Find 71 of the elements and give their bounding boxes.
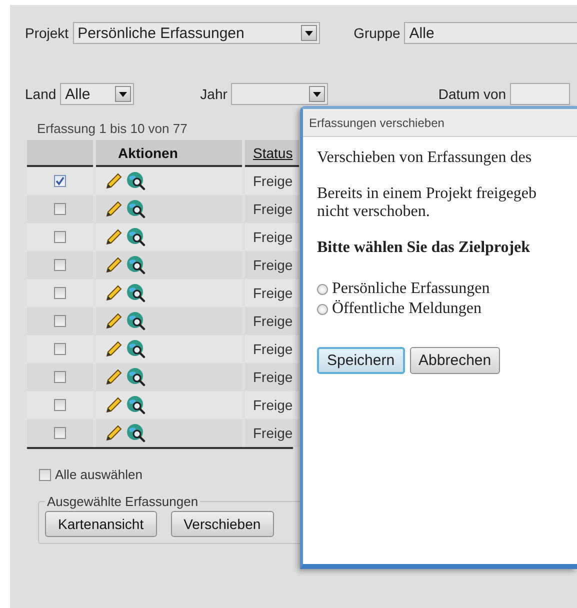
move-button[interactable]: Verschieben xyxy=(170,511,274,537)
radio-label[interactable]: Öffentliche Meldungen xyxy=(332,300,482,318)
caret-icon[interactable] xyxy=(300,25,317,41)
globe-magnifier-icon[interactable] xyxy=(126,255,146,275)
filter-label: Gruppe xyxy=(354,25,400,41)
globe-magnifier-icon[interactable] xyxy=(126,423,146,443)
column-header xyxy=(27,140,93,167)
table-cell: Freige xyxy=(253,313,293,329)
checkbox[interactable] xyxy=(54,175,66,187)
pencil-icon[interactable] xyxy=(106,425,122,441)
table-cell: Freige xyxy=(253,201,293,217)
globe-magnifier-icon[interactable] xyxy=(126,283,146,303)
pencil-icon[interactable] xyxy=(106,173,122,189)
dropdown[interactable]: Persönliche Erfassungen xyxy=(72,22,320,44)
table-cell: Freige xyxy=(253,341,293,357)
globe-magnifier-icon[interactable] xyxy=(126,367,146,387)
input-field[interactable] xyxy=(510,83,570,105)
radio-button[interactable] xyxy=(317,284,328,294)
pencil-icon[interactable] xyxy=(106,369,122,385)
pencil-icon[interactable] xyxy=(106,285,122,301)
paragraph: Bereits in einem Projekt freigegeb nicht verschoben. xyxy=(317,185,538,221)
filter-label: Jahr xyxy=(200,86,228,102)
dropdown[interactable]: Alle xyxy=(404,22,577,44)
checkbox[interactable] xyxy=(54,371,66,383)
globe-magnifier-icon[interactable] xyxy=(126,311,146,331)
checkbox[interactable] xyxy=(54,287,66,299)
paragraph: Verschieben von Erfassungen des xyxy=(317,149,533,167)
pencil-icon[interactable] xyxy=(106,397,122,413)
filter-label: Datum von xyxy=(438,86,506,102)
table-cell: Freige xyxy=(253,425,293,441)
globe-magnifier-icon[interactable] xyxy=(126,171,146,191)
table-cell: Freige xyxy=(253,229,293,245)
globe-magnifier-icon[interactable] xyxy=(126,227,146,247)
checkbox[interactable] xyxy=(54,259,66,271)
filter-label: Land xyxy=(25,86,56,102)
checkbox[interactable] xyxy=(54,315,66,327)
globe-magnifier-icon[interactable] xyxy=(126,339,146,359)
save-button[interactable]: Speichern xyxy=(317,347,405,374)
checkbox[interactable] xyxy=(54,231,66,243)
pencil-icon[interactable] xyxy=(106,229,122,245)
caret-icon[interactable] xyxy=(309,86,326,102)
table-cell: Freige xyxy=(253,397,293,413)
checkbox[interactable] xyxy=(54,399,66,411)
pencil-icon[interactable] xyxy=(106,313,122,329)
checkbox[interactable] xyxy=(54,427,66,439)
map-view-button[interactable]: Kartenansicht xyxy=(45,511,157,537)
pencil-icon[interactable] xyxy=(106,201,122,217)
pencil-icon[interactable] xyxy=(106,257,122,273)
table-cell: Freige xyxy=(253,173,293,189)
radio-label[interactable]: Persönliche Erfassungen xyxy=(332,280,490,298)
prompt-text: Bitte wählen Sie das Zielprojek xyxy=(317,239,532,257)
group-legend: Ausgewählte Erfassungen xyxy=(45,494,200,509)
checkbox[interactable] xyxy=(39,468,51,480)
checkbox-label[interactable]: Alle auswählen xyxy=(55,467,142,482)
table-cell: Freige xyxy=(253,257,293,273)
dropdown[interactable]: Alle xyxy=(60,83,134,105)
cancel-button[interactable]: Abbrechen xyxy=(410,347,500,374)
filter-label: Projekt xyxy=(25,25,69,41)
record-count: Erfassung 1 bis 10 von 77 xyxy=(37,121,188,138)
column-header[interactable]: Status xyxy=(245,140,299,167)
caret-icon[interactable] xyxy=(115,86,132,102)
column-header: Aktionen xyxy=(96,140,242,167)
pencil-icon[interactable] xyxy=(106,341,122,357)
globe-magnifier-icon[interactable] xyxy=(126,199,146,219)
radio-button[interactable] xyxy=(317,304,328,314)
checkbox[interactable] xyxy=(54,343,66,355)
checkbox[interactable] xyxy=(54,203,66,215)
dialog-title: Erfassungen verschieben xyxy=(303,109,577,136)
table-cell: Freige xyxy=(253,369,293,385)
table-cell: Freige xyxy=(253,285,293,301)
globe-magnifier-icon[interactable] xyxy=(126,395,146,415)
